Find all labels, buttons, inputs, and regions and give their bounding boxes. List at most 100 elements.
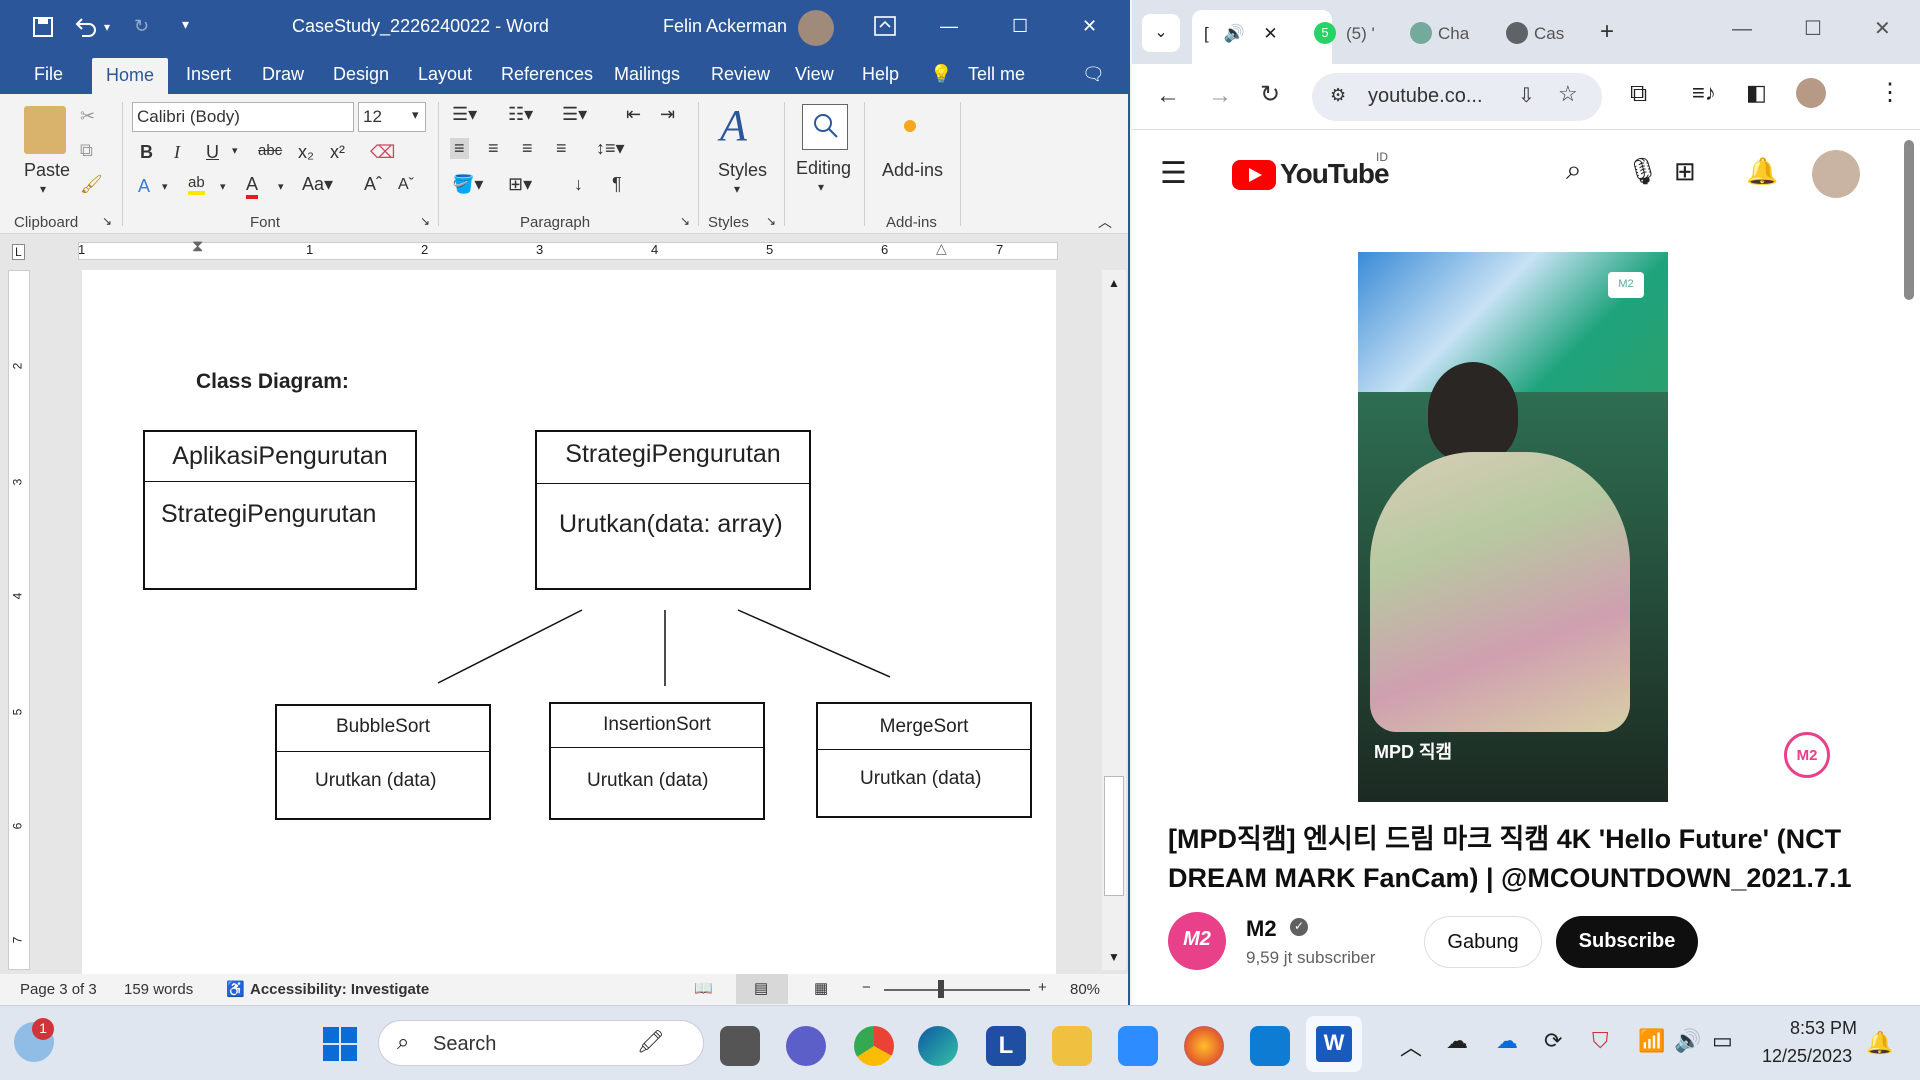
shading-icon[interactable]: 🪣▾ (452, 174, 483, 195)
scroll-down-icon[interactable]: ▼ (1108, 950, 1120, 964)
sort-icon[interactable]: ↓ (574, 174, 583, 195)
superscript-icon[interactable]: x² (330, 142, 345, 163)
close-icon[interactable]: ✕ (1082, 16, 1097, 37)
change-case-icon[interactable]: Aa▾ (302, 174, 333, 195)
numbering-icon[interactable]: ☷▾ (508, 104, 533, 125)
save-icon[interactable] (32, 16, 54, 43)
zoom-out-icon[interactable]: − (862, 979, 871, 996)
tab-search-icon[interactable]: ⌄ (1142, 14, 1180, 52)
onedrive-icon[interactable]: ☁ (1496, 1028, 1518, 1054)
show-hidden-icons-icon[interactable]: ︿ (1400, 1030, 1422, 1062)
create-icon[interactable]: ⊞ (1674, 156, 1696, 187)
antivirus-icon[interactable]: ⛉ (1592, 1028, 1609, 1054)
sync-icon[interactable]: ⟳ (1544, 1028, 1562, 1054)
hamburger-menu-icon[interactable]: ☰ (1160, 156, 1187, 191)
browser-tab[interactable]: Cha (1402, 12, 1488, 56)
underline-dropdown-icon[interactable]: ▾ (232, 144, 238, 157)
styles-icon[interactable]: A (720, 100, 747, 151)
collapse-ribbon-icon[interactable]: ︿ (1098, 212, 1112, 232)
new-tab-icon[interactable]: + (1600, 18, 1614, 46)
document-scrollbar[interactable]: ▲ ▼ (1102, 270, 1126, 970)
chat-icon[interactable] (786, 1026, 826, 1066)
font-color-dropdown-icon[interactable]: ▾ (278, 180, 284, 193)
editing-icon[interactable] (802, 104, 848, 150)
mail-icon[interactable] (1250, 1026, 1290, 1066)
web-layout-icon[interactable]: ▦ (814, 979, 828, 997)
customize-qat-icon[interactable]: ▾ (182, 16, 189, 33)
document-page[interactable]: Class Diagram: AplikasiPengurutan Strate… (82, 270, 1056, 974)
tab-design[interactable]: Design (333, 64, 389, 85)
paragraph-launcher-icon[interactable]: ↘ (680, 214, 690, 228)
increase-indent-icon[interactable]: ⇥ (660, 104, 675, 125)
task-view-icon[interactable] (720, 1026, 760, 1066)
justify-icon[interactable]: ≡ (556, 138, 567, 159)
zoom-slider[interactable] (884, 989, 1030, 991)
strikethrough-icon[interactable]: abc (258, 142, 282, 159)
battery-icon[interactable]: ▭ (1712, 1028, 1733, 1054)
clock-time[interactable]: 8:53 PM (1790, 1018, 1857, 1039)
read-mode-icon[interactable]: 📖 (694, 979, 713, 997)
underline-icon[interactable]: U (206, 142, 219, 163)
text-effects-dropdown-icon[interactable]: ▾ (162, 180, 168, 193)
install-app-icon[interactable]: ⇩ (1518, 83, 1535, 108)
side-panel-icon[interactable]: ◧ (1746, 80, 1767, 106)
zoom-icon[interactable] (1118, 1026, 1158, 1066)
tab-view[interactable]: View (795, 64, 834, 85)
page-scrollbar-thumb[interactable] (1904, 140, 1914, 300)
class-box-mergesort[interactable]: MergeSort Urutkan (data) (816, 702, 1032, 818)
browser-tab[interactable]: 5 (5) ' (1304, 12, 1404, 56)
clipboard-launcher-icon[interactable]: ↘ (102, 214, 112, 228)
channel-name[interactable]: M2 (1246, 916, 1277, 942)
font-launcher-icon[interactable]: ↘ (420, 214, 430, 228)
scroll-thumb[interactable] (1104, 776, 1124, 896)
tab-file[interactable]: File (34, 64, 63, 85)
styles-launcher-icon[interactable]: ↘ (766, 214, 776, 228)
paste-button[interactable]: Paste (24, 160, 70, 181)
word-count[interactable]: 159 words (124, 981, 193, 998)
user-avatar[interactable] (1812, 150, 1860, 198)
indent-marker[interactable]: ⧗ (192, 238, 203, 256)
user-avatar[interactable] (798, 10, 834, 46)
add-ins-button[interactable]: Add-ins (882, 160, 943, 181)
extensions-icon[interactable]: ⧉ (1630, 80, 1647, 108)
format-painter-icon[interactable]: 🖌 (80, 174, 103, 195)
bookmark-star-icon[interactable]: ☆ (1558, 81, 1578, 107)
subscript-icon[interactable]: x₂ (298, 142, 314, 163)
editing-dropdown-icon[interactable]: ▾ (818, 180, 824, 194)
tab-home[interactable]: Home (92, 58, 169, 94)
text-effects-icon[interactable]: A (138, 176, 150, 197)
borders-icon[interactable]: ⊞▾ (508, 174, 532, 195)
microphone-icon[interactable]: 🎙 (1626, 156, 1659, 187)
tab-draw[interactable]: Draw (262, 64, 304, 85)
class-box-bubblesort[interactable]: BubbleSort Urutkan (data) (275, 704, 491, 820)
l-app-icon[interactable]: L (986, 1026, 1026, 1066)
back-icon[interactable]: ← (1156, 82, 1180, 110)
tab-help[interactable]: Help (862, 64, 899, 85)
notifications-icon[interactable]: 🔔 (1746, 156, 1778, 187)
windows-start-icon[interactable] (322, 1026, 358, 1062)
right-indent-marker[interactable]: △ (936, 240, 947, 257)
chrome-icon[interactable] (854, 1026, 894, 1066)
file-explorer-icon[interactable] (1052, 1026, 1092, 1066)
minimize-icon[interactable]: — (1732, 18, 1752, 41)
zoom-in-icon[interactable]: + (1038, 979, 1047, 996)
tab-layout[interactable]: Layout (418, 64, 472, 85)
tell-me-search[interactable]: Tell me (968, 64, 1025, 85)
subscribe-button[interactable]: Subscribe (1556, 916, 1698, 968)
print-layout-icon[interactable]: ▤ (736, 974, 788, 1004)
close-icon[interactable]: ✕ (1874, 16, 1891, 41)
paste-icon[interactable] (24, 106, 66, 154)
grow-font-icon[interactable]: Aˆ (364, 174, 382, 195)
volume-icon[interactable]: 🔊 (1674, 1028, 1701, 1054)
tab-insert[interactable]: Insert (186, 64, 231, 85)
tab-references[interactable]: References (501, 64, 593, 85)
highlight-icon[interactable]: ab (188, 174, 205, 195)
scroll-up-icon[interactable]: ▲ (1108, 276, 1120, 290)
youtube-logo-text[interactable]: YouTube (1280, 158, 1390, 190)
media-controls-icon[interactable]: ≡♪ (1692, 80, 1716, 106)
browser-tab[interactable]: Cas (1498, 12, 1584, 56)
channel-watermark-icon[interactable]: M2 (1784, 732, 1830, 778)
search-icon[interactable]: ⌕ (1566, 154, 1582, 187)
taskbar-search-box[interactable]: ⌕ Search 🖍 (378, 1020, 704, 1066)
user-name[interactable]: Felin Ackerman (663, 16, 787, 37)
